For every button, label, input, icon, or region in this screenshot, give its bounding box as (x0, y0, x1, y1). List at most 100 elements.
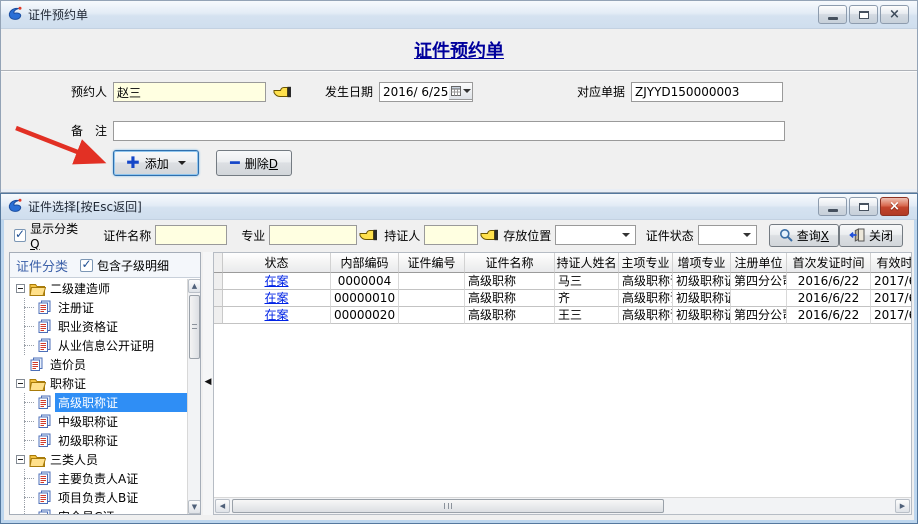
scroll-down-button[interactable]: ▼ (188, 500, 201, 514)
row-indicator (214, 273, 223, 290)
tree-item[interactable]: 二级建造师 (10, 279, 187, 298)
category-header: 证件分类 ✓ 包含子级明细 (10, 253, 200, 278)
document-icon (37, 471, 55, 486)
filter-toolbar: ✓ 显示分类Q 证件名称 专业 持证人 存放位置 (5, 220, 913, 250)
tree-item[interactable]: 安全员C证 (10, 507, 187, 514)
panel-splitter[interactable]: ◀ (203, 252, 213, 515)
scroll-right-button[interactable]: ▶ (895, 499, 910, 513)
calendar-dropdown-button[interactable] (449, 82, 473, 100)
status-select[interactable] (698, 225, 757, 245)
cert-name-input[interactable] (155, 225, 227, 245)
table-cell: 高级职称 (465, 307, 555, 324)
doc-no-input[interactable] (631, 82, 783, 102)
cert-name-label: 证件名称 (103, 227, 151, 244)
table-header-cell[interactable]: 主项专业 (619, 253, 673, 273)
table-cell: 2016/6/22 (787, 290, 871, 307)
add-button[interactable]: ✚ 添加 (113, 150, 199, 176)
tree-item[interactable]: 注册证 (10, 298, 187, 317)
picker-hand-icon[interactable] (359, 228, 378, 242)
desktop: 证件预约单 × 证件预约单 预约人 发生日期 (0, 0, 918, 524)
document-icon (37, 490, 55, 505)
table-header-cell[interactable]: 增项专业 (673, 253, 731, 273)
tree-scrollbar[interactable]: ▲ ▼ (187, 279, 200, 514)
tree-item[interactable]: 中级职称证 (10, 412, 187, 431)
selection-main: 证件分类 ✓ 包含子级明细 二级建造师 注册证 (5, 250, 913, 517)
tree-collapse-icon[interactable] (16, 284, 25, 293)
tree-item[interactable]: 职业资格证 (10, 317, 187, 336)
tree-scroll-thumb[interactable] (189, 295, 200, 359)
table-header-cell[interactable]: 内部编码 (331, 253, 399, 273)
table-header-cell[interactable]: 证件编号 (399, 253, 465, 273)
table-cell: 0000004 (331, 273, 399, 290)
collapse-panel-icon[interactable]: ◀ (205, 377, 212, 387)
tree-item[interactable]: 三类人员 (10, 450, 187, 469)
table-row[interactable]: 在案00000010高级职称齐高级职称证初级职称证2016/6/222017/6… (214, 290, 911, 307)
table-cell: 高级职称证 (619, 273, 673, 290)
app-icon (7, 197, 23, 216)
table-row[interactable]: 在案0000004高级职称马三高级职称证初级职称证第四分公司2016/6/222… (214, 273, 911, 290)
scroll-up-button[interactable]: ▲ (188, 279, 201, 293)
holder-input[interactable] (424, 225, 478, 245)
search-icon (779, 228, 793, 242)
table-cell: 2017/6/22 (871, 290, 911, 307)
include-children-checkbox[interactable]: ✓ (80, 259, 93, 272)
row-indicator (214, 307, 223, 324)
delete-button[interactable]: ━ 删除D (216, 150, 292, 176)
tree-item[interactable]: 造价员 (10, 355, 187, 374)
close-button[interactable]: × (880, 197, 909, 216)
show-category-checkbox[interactable]: ✓ (14, 229, 26, 242)
table-cell: 2016/6/22 (787, 273, 871, 290)
maximize-button[interactable] (849, 197, 878, 216)
picker-hand-icon[interactable] (273, 85, 292, 99)
tree-collapse-icon[interactable] (16, 455, 25, 464)
table-row[interactable]: 在案00000020高级职称王三高级职称证初级职称证第四分公司2016/6/22… (214, 307, 911, 324)
maximize-button[interactable] (849, 5, 878, 24)
status-link[interactable]: 在案 (223, 273, 331, 290)
remark-input[interactable] (113, 121, 785, 141)
status-link[interactable]: 在案 (223, 290, 331, 307)
tree-item[interactable]: 初级职称证 (10, 431, 187, 450)
document-icon (37, 433, 55, 448)
table-header-cell[interactable]: 证件名称 (465, 253, 555, 273)
table-header-cell[interactable]: 首次发证时间 (787, 253, 871, 273)
scroll-left-button[interactable]: ◀ (215, 499, 230, 513)
close-button[interactable]: × (880, 5, 909, 24)
table-cell: 2017/6/22 (871, 307, 911, 324)
query-button[interactable]: 查询X (769, 224, 839, 247)
tree-item[interactable]: 主要负责人A证 (10, 469, 187, 488)
status-link[interactable]: 在案 (223, 307, 331, 324)
close-window-button[interactable]: 关闭 (839, 224, 903, 247)
window-title: 证件预约单 (28, 6, 88, 23)
tree-collapse-icon[interactable] (16, 379, 25, 388)
tree-item[interactable]: 职称证 (10, 374, 187, 393)
minimize-button[interactable] (818, 5, 847, 24)
folder-icon (29, 453, 47, 467)
table-cell: 高级职称证 (619, 290, 673, 307)
chevron-down-icon (743, 233, 751, 237)
remark-label: 备 注 (53, 121, 107, 141)
tree-item-label: 项目负责人B证 (55, 488, 141, 507)
holder-label: 持证人 (384, 227, 420, 244)
tree-item[interactable]: 从业信息公开证明 (10, 336, 187, 355)
tree-item[interactable]: 高级职称证 (10, 393, 187, 412)
reservation-titlebar[interactable]: 证件预约单 × (1, 1, 917, 29)
h-scroll-thumb[interactable] (232, 499, 664, 513)
tree-item-label: 造价员 (47, 355, 89, 374)
reservist-input[interactable] (113, 82, 266, 102)
category-panel: 证件分类 ✓ 包含子级明细 二级建造师 注册证 (9, 252, 201, 515)
table-cell: 齐 (555, 290, 619, 307)
tree-item[interactable]: 项目负责人B证 (10, 488, 187, 507)
selection-titlebar[interactable]: 证件选择[按Esc返回] × (1, 194, 917, 220)
table-header-cell[interactable]: 注册单位 (731, 253, 787, 273)
table-header-cell[interactable]: 有效时间 (871, 253, 911, 273)
table-header-cell[interactable]: 状态 (223, 253, 331, 273)
major-input[interactable] (269, 225, 357, 245)
table-h-scrollbar[interactable]: ◀ ▶ (214, 497, 911, 514)
location-select[interactable] (555, 225, 635, 245)
minimize-button[interactable] (818, 197, 847, 216)
picker-hand-icon[interactable] (480, 228, 499, 242)
table-cell: 00000020 (331, 307, 399, 324)
chevron-down-icon (178, 161, 186, 165)
minus-icon: ━ (230, 155, 240, 171)
table-header-cell[interactable]: 持证人姓名 (555, 253, 619, 273)
